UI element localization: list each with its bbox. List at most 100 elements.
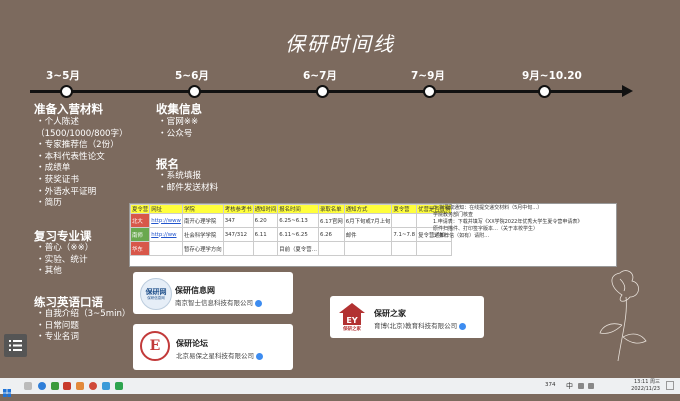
card-company: 育博(北京)教育科技有限公司 [374, 320, 467, 330]
section-title-collect: 收集信息 [156, 102, 202, 116]
flower-sketch-icon [599, 270, 647, 362]
svg-text:EY: EY [346, 316, 357, 325]
timeline-dot [538, 85, 551, 98]
card-company: 南京智士信息科技有限公司 [175, 297, 262, 307]
spreadsheet-table: 夏令营 网址 学院 考核参考书 通知时间 报名时间 录取名单 通知方式 夏令营 … [130, 204, 453, 256]
signup-list: ・系统填报 ・邮件发送材料 [158, 171, 218, 194]
table-cell: 347 [222, 213, 254, 228]
timeline-dot [60, 85, 73, 98]
column-header: 夏令营 [130, 204, 151, 214]
table-cell: 6.17官网 [317, 213, 345, 228]
note-line: ① 推荐信（如有）请附… [433, 233, 490, 239]
list-item: ・本科代表性论文 [36, 151, 105, 162]
table-cell: 6.11~6.25 [277, 227, 319, 242]
milestone-label: 9月~10.20 [522, 70, 582, 82]
list-item: ・专家推荐信（2份） [36, 140, 119, 151]
card-company: 北京易保之星科技有限公司 [176, 350, 263, 360]
note-line: ① 拟录取通知：在线提交递交材料（5月中旬…） [433, 205, 543, 211]
table-cell [252, 241, 279, 256]
table-cell: 暂存心理学方向 [181, 241, 224, 256]
list-item: ・自我介绍（3~5min） [36, 309, 131, 319]
list-item: ・成绩单 [36, 163, 71, 174]
list-item: ・获奖证书 [36, 174, 79, 185]
table-cell: 7.1~7.8 [391, 227, 418, 242]
list-item: ・其他 [36, 266, 62, 277]
column-header: 录取名单 [317, 204, 345, 214]
app-icon[interactable] [76, 382, 84, 390]
taskbar: 374 中 13:11 周三 2022/11/23 [0, 378, 680, 397]
table-cell: 社会科学学院 [181, 227, 224, 242]
column-header: 考核参考书 [222, 204, 254, 214]
wps-writer-icon[interactable] [63, 382, 71, 390]
card-title: 保研信息网 [175, 286, 215, 295]
column-header: 夏令营 [391, 204, 418, 214]
edge-browser-icon[interactable] [38, 382, 46, 390]
ime-indicator[interactable]: 中 [566, 381, 573, 391]
app-icon[interactable] [51, 382, 59, 390]
card-title: 保研论坛 [176, 339, 208, 348]
timeline-arrow-icon [622, 85, 633, 97]
list-item: （1500/1000/800字） [36, 128, 128, 139]
column-header: 网址 [149, 204, 183, 214]
list-item: ・简历 [36, 198, 62, 209]
english-list: ・自我介绍（3~5min） ・日常问题 ・专业名词 [36, 309, 131, 344]
table-cell: 6.25~6.13 [277, 213, 319, 228]
table-cell: 6.11 [252, 227, 279, 242]
row-tag: 北大 [130, 213, 151, 228]
account-card-baoyan-home[interactable]: EY 保研之家 保研之家 育博(北京)教育科技有限公司 [330, 296, 484, 338]
list-item: ・邮件发送材料 [158, 182, 219, 193]
list-item: ・外语水平证明 [36, 186, 97, 197]
note-line: 1.申请表：下载并填写《XX学院2022年优秀大学生夏令营申请表》 [433, 219, 583, 225]
section-title-signup: 报名 [156, 157, 179, 171]
baoyan-home-logo-icon: EY 保研之家 [337, 301, 367, 333]
section-title-materials: 准备入营材料 [34, 102, 103, 116]
table-cell: 邮件 [343, 227, 393, 242]
app-icon[interactable] [102, 382, 110, 390]
table-row: 南师 http://ww 社会科学学院 347/312 6.11 6.11~6.… [130, 227, 453, 242]
clock[interactable]: 13:11 周三 2022/11/23 [620, 379, 660, 392]
table-cell: 6月下旬或7月上旬 [343, 213, 393, 228]
column-header: 通知方式 [343, 204, 393, 214]
list-item: ・公众号 [158, 128, 193, 139]
note-line: 原件扫描件、打印签字版本…（关于本校学生） [433, 226, 539, 232]
table-cell [149, 241, 183, 256]
table-row: 华东 暂存心理学方向 目前（夏令营… [130, 241, 453, 256]
milestone-label: 3~5月 [46, 70, 80, 82]
app-icon[interactable] [89, 382, 97, 390]
baoyan-info-logo-icon: 保研网 保研信息网 [140, 278, 172, 310]
slide-menu-button[interactable] [4, 334, 27, 357]
list-item: ・系统填报 [158, 171, 201, 181]
table-cell: 目前（夏令营… [277, 241, 319, 256]
list-item: ・日常问题 [36, 320, 79, 331]
table-cell-link[interactable]: http://www [149, 213, 183, 228]
verified-icon [459, 322, 467, 330]
table-cell: 6.20 [252, 213, 279, 228]
table-cell-link[interactable]: http://ww [149, 227, 183, 242]
wechat-icon[interactable] [115, 382, 123, 390]
tray-zoom: 374 [545, 382, 556, 388]
start-button[interactable] [3, 382, 11, 397]
verified-icon [255, 299, 262, 307]
table-cell: 6.26 [317, 227, 345, 242]
account-card-baoyan-forum[interactable]: E 保研论坛 北京易保之星科技有限公司 [133, 324, 293, 370]
table-cell [391, 213, 418, 228]
column-header: 学院 [181, 204, 224, 214]
timeline-dot [188, 85, 201, 98]
volume-icon[interactable] [588, 383, 594, 389]
table-cell: 南开心理学院 [181, 213, 224, 228]
section-title-english: 练习英语口语 [34, 295, 103, 309]
search-icon[interactable] [24, 382, 32, 390]
list-item: ・实验、统计 [36, 254, 88, 265]
notification-icon[interactable] [666, 381, 674, 390]
note-line: 学院教务部门核查 [433, 212, 474, 218]
baoyan-forum-logo-icon: E [140, 331, 170, 361]
milestone-label: 6~7月 [303, 70, 337, 82]
account-card-baoyan-info[interactable]: 保研网 保研信息网 保研信息网 南京智士信息科技有限公司 [133, 272, 293, 314]
milestone-label: 5~6月 [175, 70, 209, 82]
timeline-dot [423, 85, 436, 98]
review-list: ・普心（※※） ・实验、统计 ・其他 [36, 243, 93, 278]
network-icon[interactable] [578, 383, 584, 389]
list-item: ・个人陈述 [36, 117, 79, 127]
collect-list: ・官网※※ ・公众号 [158, 117, 198, 140]
table-cell [317, 241, 345, 256]
